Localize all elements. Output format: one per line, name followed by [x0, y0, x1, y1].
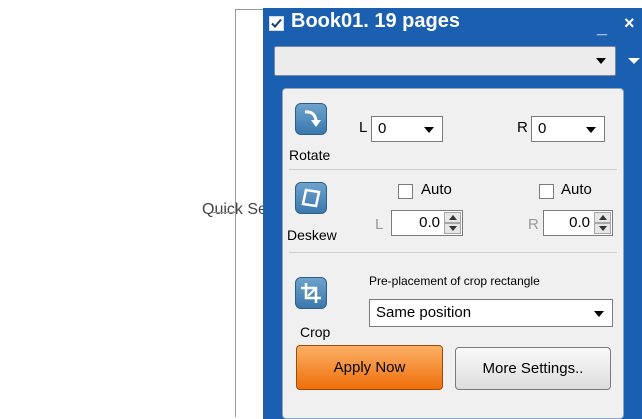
- arrow-down-icon: [449, 226, 457, 231]
- apply-now-button[interactable]: Apply Now: [296, 345, 443, 390]
- crop-button[interactable]: [295, 277, 327, 309]
- deskew-label: Deskew: [287, 227, 337, 243]
- rotate-left-value: 0: [378, 120, 387, 137]
- rotate-right-select[interactable]: 0: [531, 116, 605, 142]
- deskew-right-value: 0.0: [569, 214, 590, 231]
- more-settings-button[interactable]: More Settings..: [455, 347, 611, 390]
- arrow-up-icon: [599, 215, 607, 220]
- deskew-right-label: R: [528, 216, 539, 233]
- deskew-right-auto-label: Auto: [561, 181, 592, 198]
- rotate-left-select[interactable]: 0: [371, 116, 443, 142]
- panel-menu-chevron-icon[interactable]: [628, 58, 640, 64]
- divider: [289, 252, 617, 253]
- crop-caption: Pre-placement of crop rectangle: [369, 274, 540, 288]
- arrow-up-icon: [449, 215, 457, 220]
- quick-settings-panel: Book01. 19 pages _ × Rotate L 0 R 0 Desk…: [263, 8, 642, 419]
- deskew-left-auto-checkbox[interactable]: [398, 184, 413, 199]
- rotate-icon: [304, 110, 321, 127]
- crop-label: Crop: [300, 324, 331, 340]
- callout-bracket-top: [235, 9, 263, 10]
- crop-icon: [301, 283, 321, 303]
- quick-settings-area: Rotate L 0 R 0 Deskew Auto Auto L 0.0 R …: [282, 88, 624, 419]
- rotate-button[interactable]: [295, 103, 327, 135]
- deskew-right-spinner[interactable]: 0.0: [543, 210, 613, 236]
- panel-title: Book01. 19 pages: [291, 10, 460, 32]
- crop-placement-value: Same position: [376, 304, 472, 321]
- chevron-down-icon: [424, 127, 434, 133]
- rotate-right-value: 0: [538, 120, 547, 137]
- deskew-left-auto-label: Auto: [421, 181, 452, 198]
- title-checkbox[interactable]: [269, 16, 284, 31]
- close-button[interactable]: ×: [624, 13, 635, 34]
- spin-up-button[interactable]: [444, 212, 461, 223]
- deskew-right-auto-checkbox[interactable]: [539, 184, 554, 199]
- deskew-button[interactable]: [295, 182, 327, 214]
- rotate-label: Rotate: [289, 147, 331, 163]
- deskew-left-value: 0.0: [419, 214, 440, 231]
- chevron-down-icon: [596, 58, 606, 64]
- minimize-button[interactable]: _: [597, 17, 607, 38]
- crop-placement-select[interactable]: Same position: [369, 299, 613, 327]
- chevron-down-icon: [586, 127, 596, 133]
- spin-up-button[interactable]: [594, 212, 611, 223]
- deskew-icon: [301, 188, 321, 208]
- deskew-left-spinner[interactable]: 0.0: [391, 210, 463, 236]
- chevron-down-icon: [594, 311, 604, 317]
- deskew-left-label: L: [375, 216, 384, 233]
- divider: [289, 169, 617, 170]
- spin-down-button[interactable]: [444, 223, 461, 234]
- book-select[interactable]: [274, 46, 616, 76]
- checkmark-icon: [271, 18, 282, 28]
- spin-down-button[interactable]: [594, 223, 611, 234]
- arrow-down-icon: [599, 226, 607, 231]
- callout-line: [212, 212, 236, 213]
- rotate-right-label: R: [517, 119, 528, 136]
- rotate-left-label: L: [359, 119, 368, 136]
- callout-bracket: [235, 9, 236, 417]
